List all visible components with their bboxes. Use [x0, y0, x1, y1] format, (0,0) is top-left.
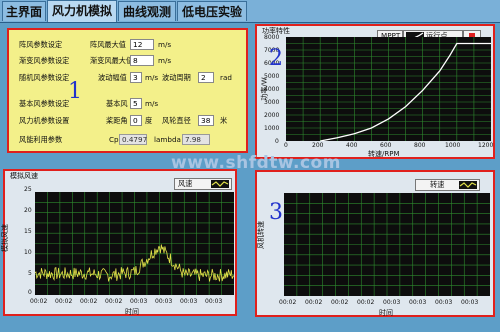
rotor-diameter-input[interactable]: 38: [198, 115, 214, 126]
gust-max-input[interactable]: 12: [130, 39, 154, 50]
wind-legend-label: 风速: [178, 179, 193, 188]
wind-xtick-label: 00:02: [80, 298, 98, 305]
period-label: 波动周期: [162, 73, 191, 82]
wind-plot-area: [34, 192, 235, 295]
rotor-speed-svg: [284, 193, 490, 296]
random-group-label: 随机风参数设定: [19, 73, 70, 82]
wind-ytick-label: 20: [24, 207, 32, 214]
rotor-speed-legend: 转速: [415, 179, 480, 191]
wind-legend: 风速: [174, 178, 232, 190]
pitch-unit: 度: [145, 116, 153, 125]
section-marker-1: 1: [68, 79, 82, 104]
wind-xtick-label: 00:02: [55, 298, 73, 305]
cp-label: Cp: [109, 135, 119, 144]
power-xtick-label: 1000: [445, 142, 461, 149]
rotor-diameter-label: 风轮直径: [162, 116, 191, 125]
section-marker-3: 3: [269, 200, 283, 225]
tab-low-voltage-test[interactable]: 低电压实验: [177, 1, 247, 21]
tab-wind-turbine-sim[interactable]: 风力机模拟: [47, 0, 117, 22]
wind-ytick-label: 10: [24, 249, 32, 256]
period-unit: rad: [220, 73, 232, 82]
wind-chart-title: 模拟风速: [10, 172, 38, 180]
power-ytick-label: 2000: [264, 112, 280, 119]
wind-xtick-label: 00:03: [130, 298, 148, 305]
wind-speed-panel: 模拟风速 风速 模拟风速 25 20 15 10 5 0 00:02 00:02…: [1, 169, 237, 316]
energy-group-label: 风能利用参数: [19, 135, 63, 144]
speed-xtick-label: 00:02: [279, 299, 297, 306]
wind-ylabel: 模拟风速: [1, 224, 9, 252]
amplitude-input[interactable]: 3: [130, 72, 142, 83]
gust-unit: m/s: [158, 40, 172, 49]
speed-xtick-label: 00:02: [305, 299, 323, 306]
section-marker-2: 2: [269, 46, 283, 71]
power-plot-area: [286, 37, 491, 142]
lambda-display: 7.98: [182, 134, 210, 145]
rotor-speed-panel: 转速 风机转速 00:02 00:02 00:02 00:02 00:03 00…: [255, 170, 495, 317]
power-ytick-label: 5000: [264, 73, 280, 80]
ramp-max-label: 渐变风最大值: [90, 56, 134, 65]
rotor-speed-legend-label: 转速: [430, 180, 445, 189]
rotor-speed-xlabel: 时间: [379, 309, 393, 317]
wind-line-icon: [211, 180, 229, 188]
wind-xtick-label: 00:03: [155, 298, 173, 305]
amplitude-unit: m/s: [145, 73, 159, 82]
base-wind-input[interactable]: 5: [130, 98, 142, 109]
base-group-label: 基本风参数设定: [19, 99, 70, 108]
tab-main[interactable]: 主界面: [2, 1, 46, 21]
speed-xtick-label: 00:03: [383, 299, 401, 306]
power-ytick-label: 0: [275, 138, 279, 145]
wind-ytick-label: 5: [28, 270, 32, 277]
pitch-input[interactable]: 0: [130, 115, 142, 126]
rotor-speed-ylabel: 风机转速: [257, 221, 265, 249]
ramp-unit: m/s: [158, 56, 172, 65]
wind-ytick-label: 0: [28, 289, 32, 296]
tab-bar: 主界面 风力机模拟 曲线观测 低电压实验: [0, 0, 500, 23]
tab-curve-observation[interactable]: 曲线观测: [118, 1, 176, 21]
wind-xtick-label: 00:03: [180, 298, 198, 305]
power-ytick-label: 8000: [264, 34, 280, 41]
speed-line-icon: [459, 181, 477, 189]
power-xlabel: 转速/RPM: [368, 150, 400, 158]
power-xtick-label: 200: [312, 142, 324, 149]
speed-xtick-label: 00:03: [409, 299, 427, 306]
power-xtick-label: 0: [284, 142, 288, 149]
wind-xtick-label: 00:02: [30, 298, 48, 305]
amplitude-label: 波动幅值: [98, 73, 127, 82]
base-wind-label: 基本风: [106, 99, 128, 108]
pitch-label: 桨距角: [106, 116, 128, 125]
wind-xtick-label: 00:02: [105, 298, 123, 305]
wind-ytick-label: 25: [24, 186, 32, 193]
power-xtick-label: 800: [414, 142, 426, 149]
gust-group-label: 阵风参数设定: [19, 40, 63, 49]
ramp-group-label: 渐变风参数设定: [19, 56, 70, 65]
wind-speed-svg: [34, 192, 235, 295]
base-wind-unit: m/s: [145, 99, 159, 108]
ramp-max-input[interactable]: 8: [130, 55, 154, 66]
wind-ytick-label: 15: [24, 228, 32, 235]
cp-display: 0.4797: [119, 134, 147, 145]
power-ytick-label: 3000: [264, 99, 280, 106]
turbine-group-label: 风力机参数设置: [19, 116, 70, 125]
power-ytick-label: 1000: [264, 125, 280, 132]
period-input[interactable]: 2: [198, 72, 214, 83]
parameter-panel: 阵风参数设定 阵风最大值 12 m/s 渐变风参数设定 渐变风最大值 8 m/s…: [7, 28, 248, 153]
power-characteristic-panel: 功率特性 MPPT 运行点 功率/W 8000 7000 6000 5000 4…: [255, 24, 495, 159]
power-xtick-label: 400: [346, 142, 358, 149]
rotor-diameter-unit: 米: [220, 116, 228, 125]
power-curve-svg: [286, 37, 491, 142]
power-xtick-label: 600: [380, 142, 392, 149]
speed-xtick-label: 00:02: [331, 299, 349, 306]
rotor-speed-plot-area: [284, 193, 490, 296]
power-xtick-label: 1200: [478, 142, 494, 149]
speed-xtick-label: 00:03: [461, 299, 479, 306]
lambda-label: lambda: [154, 135, 181, 144]
wind-xtick-label: 00:03: [205, 298, 223, 305]
speed-xtick-label: 00:03: [435, 299, 453, 306]
gust-max-label: 阵风最大值: [90, 40, 126, 49]
wind-xlabel: 时间: [125, 308, 139, 316]
power-ytick-label: 4000: [264, 86, 280, 93]
speed-xtick-label: 00:02: [357, 299, 375, 306]
